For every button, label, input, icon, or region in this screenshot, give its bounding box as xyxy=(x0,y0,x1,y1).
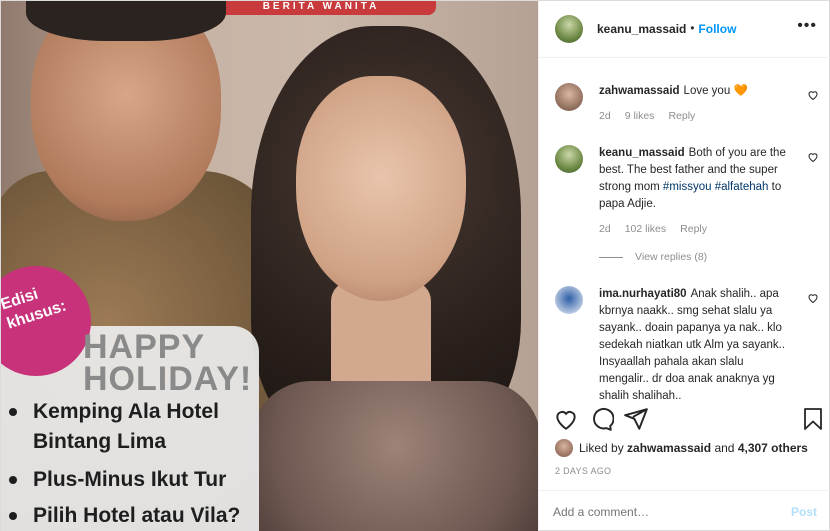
likes-count-link[interactable]: 4,307 others xyxy=(738,441,808,455)
view-replies-label: View replies (8) xyxy=(635,251,708,263)
follow-button[interactable]: Follow xyxy=(698,22,736,36)
more-options-icon[interactable]: ••• xyxy=(797,18,817,34)
comments-list[interactable]: zahwamassaid Love you 🧡 2d 9 likes Reply ke… xyxy=(539,58,830,403)
post-modal: BERITA WANITA Edisi khusus: HAPPY HOLIDA… xyxy=(0,0,830,531)
comment-text: Anak shalih.. apa kbrnya naakk.. smg seh… xyxy=(599,288,786,402)
liker-avatar[interactable] xyxy=(555,439,573,457)
hashtag-link[interactable]: #alfatehah xyxy=(715,181,769,193)
orange-heart-emoji: 🧡 xyxy=(733,85,748,97)
post-timestamp[interactable]: 2 DAYS AGO xyxy=(555,466,611,476)
add-comment-bar: Post xyxy=(539,490,830,531)
separator-dot: • xyxy=(690,23,695,35)
badge-text: Edisi khusus: xyxy=(1,285,69,333)
like-heart-icon[interactable] xyxy=(553,406,579,432)
commenter-avatar[interactable] xyxy=(555,145,583,173)
comment-text: Love you xyxy=(683,85,731,97)
cover-bullet: Kemping Ala Hotel xyxy=(9,399,219,424)
commenter-avatar[interactable] xyxy=(555,286,583,314)
commenter-username[interactable]: ima.nurhayati80 xyxy=(599,288,687,300)
comment-likes[interactable]: 102 likes xyxy=(625,223,666,235)
comment-input[interactable] xyxy=(553,504,791,519)
liked-by-and: and xyxy=(714,441,735,455)
commenter-avatar[interactable] xyxy=(555,83,583,111)
post-photo[interactable]: BERITA WANITA Edisi khusus: HAPPY HOLIDA… xyxy=(1,1,538,531)
view-replies-line xyxy=(599,256,623,258)
heart-icon[interactable] xyxy=(807,89,819,101)
view-replies-button[interactable]: View replies (8) xyxy=(599,251,707,263)
post-header: keanu_massaid • Follow ••• xyxy=(539,1,830,58)
hashtag-link[interactable]: #missyou xyxy=(663,181,712,193)
commenter-username[interactable]: keanu_massaid xyxy=(599,147,685,159)
cover-headline: HAPPY HOLIDAY! xyxy=(83,328,253,398)
save-bookmark-icon[interactable] xyxy=(801,406,825,432)
reply-button[interactable]: Reply xyxy=(668,110,695,122)
post-actions-bar xyxy=(539,404,830,436)
liker-username[interactable]: zahwamassaid xyxy=(627,441,711,455)
comment-age[interactable]: 2d xyxy=(599,223,611,235)
woman-dress xyxy=(251,381,538,531)
reply-button[interactable]: Reply xyxy=(680,223,707,235)
cover-bullet: Bintang Lima xyxy=(33,430,167,453)
commenter-username[interactable]: zahwamassaid xyxy=(599,85,680,97)
comment-age[interactable]: 2d xyxy=(599,110,611,122)
heart-icon[interactable] xyxy=(807,292,819,304)
post-sidebar: keanu_massaid • Follow ••• zahwamassaid L… xyxy=(538,1,830,531)
magazine-masthead: BERITA WANITA xyxy=(206,1,436,15)
woman-face xyxy=(296,76,466,301)
cover-bullet: Pilih Hotel atau Vila? xyxy=(9,503,240,528)
comment-likes[interactable]: 9 likes xyxy=(625,110,655,122)
author-avatar[interactable] xyxy=(555,15,583,43)
share-paper-plane-icon[interactable] xyxy=(623,406,649,432)
author-username[interactable]: keanu_massaid xyxy=(597,22,686,36)
liked-by-summary: Liked by zahwamassaid and 4,307 others xyxy=(555,439,808,457)
heart-icon[interactable] xyxy=(807,151,819,163)
post-comment-button[interactable]: Post xyxy=(791,505,817,519)
liked-by-prefix: Liked by xyxy=(579,441,624,455)
masthead-text: BERITA WANITA xyxy=(262,1,380,12)
comment-bubble-icon[interactable] xyxy=(588,406,614,432)
cover-bullet: Plus-Minus Ikut Tur xyxy=(9,467,226,492)
